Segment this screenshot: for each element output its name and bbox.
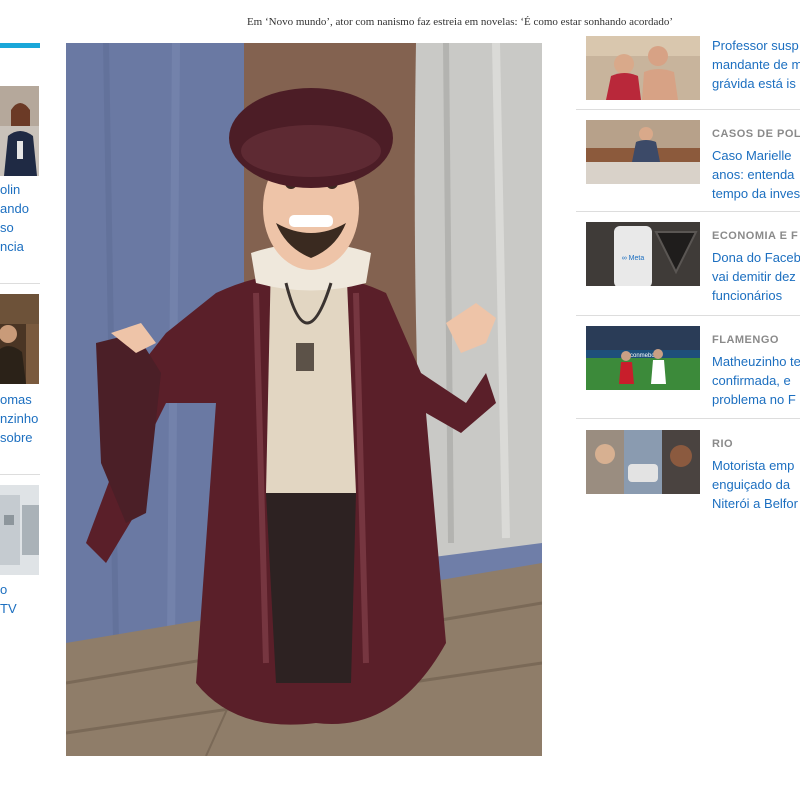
left-story-2-title[interactable]: omas nzinho sobre — [0, 390, 42, 447]
title-line: Professor susp — [712, 38, 799, 53]
title-line: Niterói a Belfor — [712, 496, 798, 511]
title-line: confirmada, e — [712, 373, 791, 388]
ad-board-text: conmebol — [630, 353, 656, 359]
main-article-photo[interactable] — [66, 43, 542, 756]
list-item[interactable]: conmebol FLAMENGO Matheuzinho te confirm… — [576, 326, 800, 426]
divider — [0, 474, 40, 475]
story-title[interactable]: Caso Marielle anos: entenda tempo da inv… — [712, 146, 800, 203]
title-line: so — [0, 220, 14, 235]
category-label[interactable]: RIO — [712, 438, 733, 450]
story-title[interactable]: Matheuzinho te confirmada, e problema no… — [712, 352, 800, 409]
divider — [0, 283, 40, 284]
title-line: funcionários — [712, 288, 783, 303]
title-line: nzinho — [0, 411, 39, 426]
story-title[interactable]: Motorista emp enguiçado da Niterói a Bel… — [712, 456, 800, 513]
category-label[interactable]: CASOS DE POL — [712, 128, 800, 140]
story-title[interactable]: Dona do Faceb vai demitir dez funcionári… — [712, 248, 800, 305]
title-line: Caso Marielle — [712, 148, 792, 163]
title-line: Dona do Faceb — [712, 250, 800, 265]
title-line: olin — [0, 182, 21, 197]
title-line: tempo da inves — [712, 186, 800, 201]
divider — [576, 418, 800, 419]
title-line: omas — [0, 392, 32, 407]
title-line: anos: entenda — [712, 167, 795, 182]
story-title[interactable]: Professor susp mandante de m grávida est… — [712, 36, 800, 93]
story-thumbnail[interactable] — [0, 294, 39, 384]
left-story-3-title[interactable]: o TV — [0, 580, 42, 618]
title-line: Matheuzinho te — [712, 354, 800, 369]
title-line: grávida está is — [712, 76, 796, 91]
right-column: Professor susp mandante de m grávida est… — [576, 0, 800, 800]
left-story-1-title[interactable]: olin ando so ncia — [0, 180, 42, 256]
story-thumbnail[interactable]: ∞ Meta — [586, 222, 700, 286]
title-line: Motorista emp — [712, 458, 795, 473]
category-label[interactable]: ECONOMIA E F — [712, 230, 798, 242]
section-accent-bar — [0, 43, 40, 48]
title-line: mandante de m — [712, 57, 800, 72]
left-column: olin ando so ncia omas nzinho sobre o TV — [0, 0, 42, 800]
story-thumbnail[interactable]: conmebol — [586, 326, 700, 390]
story-thumbnail[interactable] — [586, 430, 700, 494]
title-line: ando — [0, 201, 29, 216]
list-item[interactable]: CASOS DE POL Caso Marielle anos: entenda… — [576, 120, 800, 220]
story-thumbnail[interactable] — [0, 485, 39, 575]
title-line: sobre — [0, 430, 33, 445]
divider — [576, 109, 800, 110]
title-line: o — [0, 582, 8, 597]
list-item[interactable]: ∞ Meta ECONOMIA E F Dona do Faceb vai de… — [576, 222, 800, 322]
title-line: enguiçado da — [712, 477, 791, 492]
title-line: vai demitir dez — [712, 269, 796, 284]
story-thumbnail[interactable] — [586, 120, 700, 184]
title-line: problema no F — [712, 392, 796, 407]
divider — [576, 315, 800, 316]
category-label[interactable]: FLAMENGO — [712, 334, 779, 346]
title-line: TV — [0, 601, 17, 616]
divider — [576, 211, 800, 212]
meta-logo-text: ∞ Meta — [622, 255, 645, 262]
list-item[interactable]: RIO Motorista emp enguiçado da Niterói a… — [576, 430, 800, 530]
story-thumbnail[interactable] — [586, 36, 700, 100]
title-line: ncia — [0, 239, 24, 254]
story-thumbnail[interactable] — [0, 86, 39, 176]
